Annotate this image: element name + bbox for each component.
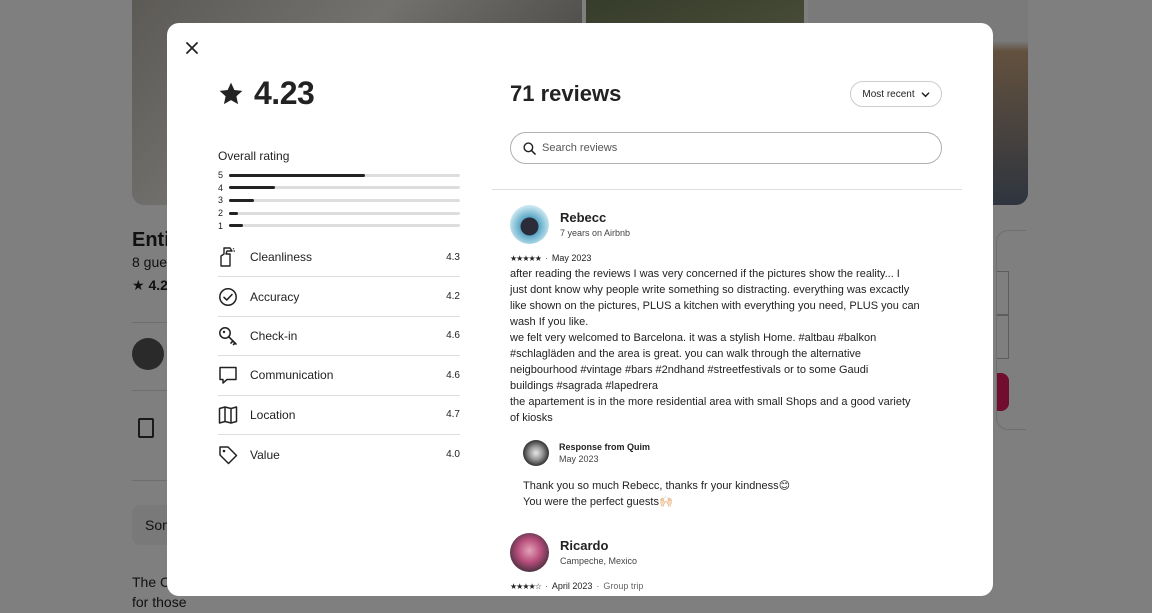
category-name: Value (250, 447, 280, 462)
review-text-line: just dont know why people write somethin… (510, 284, 910, 296)
rating-distribution: 54 3 21 (218, 169, 460, 232)
category-name: Communication (250, 368, 334, 383)
separator-dot: · (596, 581, 600, 591)
review-text-line: #schlagläden and the area is great. you … (510, 348, 862, 360)
category-name: Location (250, 407, 296, 422)
category-value: 4.6 (446, 369, 460, 381)
reviewer-meta: 7 years on Airbnb (560, 228, 631, 238)
category-ratings: Cleanliness 4.3 Accuracy 4.2 Check-in 4.6 Comm… (218, 238, 460, 474)
category-value: 4.7 (446, 409, 460, 421)
review-date: May 2023 (551, 253, 592, 263)
rating-bar-track (229, 224, 460, 228)
rating-bar-label: 2 (218, 208, 224, 219)
message-icon (218, 364, 250, 386)
response-from: Response from Quim (559, 442, 651, 452)
review-text-line: like shown on the pictures, PLUS a kitch… (510, 300, 920, 312)
rating-bar-row: 4 (218, 182, 460, 195)
reviews-panel: 71 reviews Most recent Rebecc 7 years on… (492, 23, 962, 596)
overall-rating-value: 4.23 (254, 75, 315, 111)
response-date: May 2023 (559, 454, 599, 464)
rating-bar-row: 5 (218, 169, 460, 182)
review-item: Ricardo Campeche, Mexico ★★★★☆ · April 2… (510, 532, 942, 591)
reviews-count: 71 reviews (510, 81, 622, 106)
rating-bar-row: 1 (218, 219, 460, 232)
review-item: Rebecc 7 years on Airbnb ★★★★★ · May 202… (510, 204, 942, 510)
overall-rating: 4.23 (218, 75, 315, 112)
sort-dropdown[interactable]: Most recent (850, 81, 942, 107)
category-name: Cleanliness (250, 250, 313, 265)
category-value: 4.6 (446, 330, 460, 342)
reviewer-avatar[interactable] (510, 532, 549, 572)
rating-bar-label: 1 (218, 220, 224, 231)
review-text-line: the apartement is in the more residentia… (510, 396, 911, 408)
rating-bar-track (229, 173, 460, 177)
star-icon (219, 82, 243, 104)
response-line: You were the perfect guests🙌🏻 (523, 496, 673, 508)
host-response: Response from Quim May 2023 Thank you so… (523, 440, 942, 510)
reviews-modal: 4.23 Overall rating 54 3 21 Cleanliness 4.3… (167, 23, 993, 596)
close-button[interactable] (181, 37, 203, 59)
category-value: 4.0 (446, 449, 460, 461)
rating-bar-track (229, 211, 460, 215)
rating-bar-fill (229, 224, 243, 228)
divider (492, 189, 962, 190)
close-icon (186, 42, 198, 54)
check-circle-icon (218, 286, 250, 308)
review-stars: ★★★★★ (510, 253, 542, 263)
response-text: Thank you so much Rebecc, thanks fr your… (523, 478, 942, 510)
rating-bar-fill (229, 186, 276, 190)
reviewer-avatar[interactable] (510, 204, 549, 244)
review-text: after reading the reviews I was very con… (510, 266, 942, 426)
category-rating-row: Value 4.0 (218, 435, 460, 474)
review-text-line: of kiosks (510, 412, 553, 424)
trip-type: Group trip (603, 581, 644, 591)
review-rating-row: ★★★★★ · May 2023 (510, 253, 942, 263)
review-text-line: after reading the reviews I was very con… (510, 268, 900, 280)
separator-dot: · (544, 581, 548, 591)
overall-rating-label: Overall rating (218, 149, 290, 163)
review-date: April 2023 (551, 581, 593, 591)
category-name: Check-in (250, 328, 298, 343)
spray-bottle-icon (218, 246, 250, 268)
rating-bar-row: 2 (218, 207, 460, 220)
reviewer-name: Rebecc (560, 210, 607, 225)
rating-bar-track (229, 186, 460, 190)
rating-bar-fill (229, 198, 255, 202)
rating-bar-track (229, 198, 460, 202)
map-icon (218, 404, 250, 426)
rating-bar-label: 3 (218, 195, 224, 206)
rating-bar-fill (229, 173, 366, 177)
response-line: Thank you so much Rebecc, thanks fr your… (523, 480, 791, 492)
chevron-down-icon (921, 91, 929, 97)
category-rating-row: Location 4.7 (218, 396, 460, 435)
category-rating-row: Communication 4.6 (218, 356, 460, 396)
separator-dot: · (544, 253, 548, 263)
review-text-line: we felt very welcomed to Barcelona. it w… (510, 332, 877, 344)
category-value: 4.2 (446, 291, 460, 303)
search-icon (523, 141, 536, 155)
rating-bar-fill (229, 211, 239, 215)
rating-bar-label: 5 (218, 170, 224, 181)
search-reviews-box[interactable] (510, 132, 942, 164)
review-text-line: wash If you like. (510, 316, 589, 328)
review-rating-row: ★★★★☆ · April 2023 · Group trip (510, 581, 942, 591)
review-text-line: neigbourhood #vintage #bars #2ndhand #st… (510, 364, 869, 376)
review-stars: ★★★★☆ (510, 581, 542, 591)
review-text-line: buildings #sagrada #lapedrera (510, 380, 658, 392)
tag-icon (218, 444, 250, 466)
category-rating-row: Accuracy 4.2 (218, 277, 460, 317)
key-icon (218, 325, 250, 347)
rating-bar-label: 4 (218, 182, 224, 193)
reviewer-name: Ricardo (560, 538, 609, 553)
search-input[interactable] (542, 142, 941, 154)
sort-label: Most recent (862, 88, 915, 100)
rating-bar-row: 3 (218, 194, 460, 207)
host-avatar[interactable] (523, 440, 549, 466)
category-name: Accuracy (250, 289, 300, 304)
category-rating-row: Cleanliness 4.3 (218, 238, 460, 278)
category-rating-row: Check-in 4.6 (218, 317, 460, 357)
reviewer-meta: Campeche, Mexico (560, 556, 638, 566)
category-value: 4.3 (446, 251, 460, 263)
